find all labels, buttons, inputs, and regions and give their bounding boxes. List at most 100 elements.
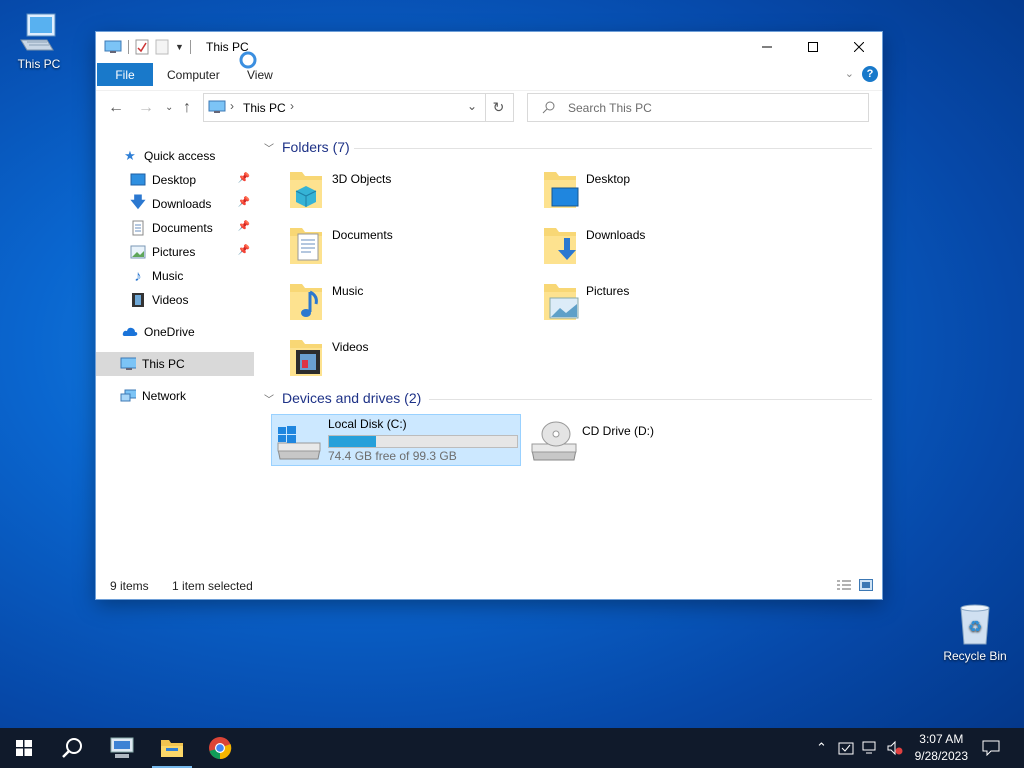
folder-label: Documents [332,228,393,242]
security-tray-icon[interactable] [838,740,854,756]
close-icon [854,42,864,52]
expand-ribbon-chevron-icon[interactable]: ⌄ [845,67,854,80]
desktop-icon-this-pc[interactable]: This PC [4,10,74,71]
search-button[interactable] [48,728,96,768]
downloads-folder-icon [544,228,576,264]
windows-logo-icon [16,740,32,756]
drive-free-space: 74.4 GB free of 99.3 GB [328,449,457,463]
maximize-icon [808,42,818,52]
folder-music[interactable]: Music [276,280,526,330]
maximize-button[interactable] [790,32,836,62]
volume-muted-icon[interactable] [886,740,904,756]
drive-usage-bar [328,435,518,448]
folder-desktop[interactable]: Desktop [530,168,780,218]
pictures-folder-icon [544,284,579,320]
search-icon [62,738,82,758]
action-center-button[interactable] [968,728,1014,768]
folder-label: Downloads [586,228,646,242]
folder-documents[interactable]: Documents [276,224,526,274]
status-selection-count: 1 item selected [172,579,253,593]
customize-qat-chevron-icon[interactable]: ▼ [175,42,184,52]
nav-item-music[interactable]: ♪ Music [96,265,254,287]
quick-access-toolbar: ▼ [104,39,191,55]
nav-item-label: This PC [142,357,185,371]
drive-label: CD Drive (D:) [582,424,654,438]
drive-cd-d[interactable]: CD Drive (D:) [526,414,774,464]
nav-item-network[interactable]: Network [96,385,254,407]
folder-videos[interactable]: Videos [276,336,526,386]
taskbar-app-remote-desktop[interactable] [98,728,146,768]
taskbar-app-chrome[interactable] [196,728,244,768]
start-button[interactable] [0,728,48,768]
computer-icon [120,356,136,372]
section-header-folders[interactable]: ﹀ Folders (7) [264,139,350,155]
tab-computer[interactable]: Computer [167,68,220,82]
address-dropdown-chevron-icon[interactable]: ⌄ [467,99,477,113]
nav-item-this-pc[interactable]: This PC [96,352,254,376]
nav-item-desktop[interactable]: Desktop 📌 [96,169,254,191]
back-arrow-icon[interactable]: ← [108,100,124,116]
nav-item-label: Quick access [144,149,216,163]
drive-usage-fill [329,436,376,447]
pin-icon[interactable]: 📌 [238,221,250,232]
divider [354,148,872,149]
nav-item-onedrive[interactable]: OneDrive [96,321,254,343]
clock-time: 3:07 AM [919,732,964,746]
nav-item-label: Desktop [152,173,197,187]
desktop-icon-label: Recycle Bin [943,649,1007,663]
recent-locations-chevron-icon[interactable]: ⌄ [165,100,173,116]
chevron-down-icon: ﹀ [264,394,274,406]
breadcrumb-chevron-icon[interactable]: › [230,99,234,113]
help-button[interactable]: ? [862,66,878,82]
folder-3d-objects[interactable]: 3D Objects [276,168,526,218]
tab-view[interactable]: View [247,68,273,82]
large-icons-view-icon[interactable] [859,579,873,591]
folder-pictures[interactable]: Pictures [530,280,780,330]
properties-icon[interactable] [135,39,149,55]
folder-label: Pictures [586,284,630,298]
folder-downloads[interactable]: Downloads [530,224,780,274]
search-box[interactable]: Search This PC [527,93,869,122]
breadcrumb-chevron-icon[interactable]: › [290,99,294,113]
address-bar[interactable]: › This PC › ⌄ [203,93,486,122]
nav-item-pictures[interactable]: Pictures 📌 [96,241,254,263]
recycle-bin-icon: ♻ [960,604,990,645]
desktop-folder-icon [544,172,579,208]
show-hidden-icons-chevron-icon[interactable]: ⌃ [816,740,827,756]
tab-file[interactable]: File [97,63,153,86]
title-bar[interactable]: ▼ This PC [96,32,882,69]
pin-icon[interactable]: 📌 [238,245,250,256]
minimize-button[interactable] [744,32,790,62]
svg-text:♻: ♻ [968,617,982,636]
details-view-icon[interactable] [836,579,852,591]
computer-icon [104,40,122,53]
network-tray-icon[interactable] [862,740,880,756]
folder-label: Desktop [586,172,631,186]
pin-icon[interactable]: 📌 [238,197,250,208]
film-icon [130,292,146,308]
nav-item-label: Videos [152,293,189,307]
nav-item-downloads[interactable]: 🡇 Downloads 📌 [96,193,254,215]
drive-local-disk-c[interactable]: Local Disk (C:) 74.4 GB free of 99.3 GB [271,414,521,466]
forward-arrow-icon[interactable]: → [138,100,154,116]
nav-item-videos[interactable]: Videos [96,289,254,311]
music-folder-icon [290,284,322,320]
nav-item-documents[interactable]: Documents 📌 [96,217,254,239]
section-header-devices[interactable]: ﹀ Devices and drives (2) [264,390,421,406]
close-button[interactable] [836,32,882,62]
ribbon-tabs: File Computer View ⌄ ? [96,63,882,87]
notification-icon [982,740,1000,756]
section-title: Folders (7) [282,139,350,155]
refresh-icon: ↻ [492,99,505,115]
desktop-icon-recycle-bin[interactable]: ♻ Recycle Bin [940,602,1010,663]
new-folder-icon[interactable] [155,39,169,55]
nav-item-quick-access[interactable]: ★ Quick access [96,145,254,167]
up-arrow-icon[interactable]: ↑ [183,100,191,116]
nav-item-label: Music [152,269,184,283]
breadcrumb-this-pc[interactable]: This PC [243,101,286,115]
refresh-button[interactable]: ↻ [484,93,514,122]
folder-label: 3D Objects [332,172,392,186]
pin-icon[interactable]: 📌 [238,173,250,184]
taskbar-app-file-explorer[interactable] [148,728,196,768]
system-clock[interactable]: 3:07 AM 9/28/2023 [915,731,968,765]
